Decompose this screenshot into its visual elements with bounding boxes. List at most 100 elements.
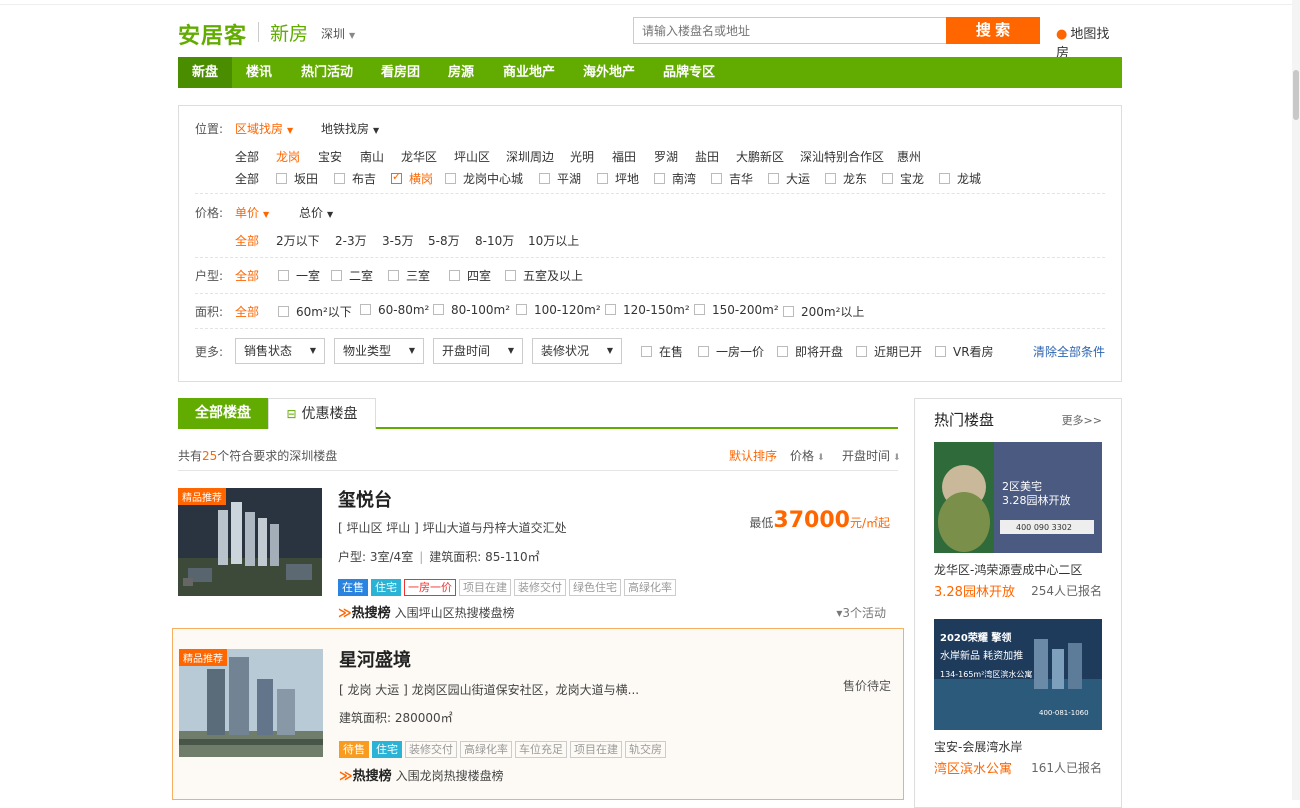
search-input[interactable] bbox=[634, 18, 947, 43]
opening-time-select[interactable]: 开盘时间 ▼ bbox=[433, 338, 523, 364]
sidebar-more-link[interactable]: 更多>> bbox=[1062, 412, 1102, 428]
district-mode-dropdown[interactable]: 区域找房 ▼ bbox=[235, 120, 293, 137]
listing-item-highlighted[interactable]: 精品推荐 星河盛境 [ 龙岗 大运 ] 龙岗区园山街道保安社区，龙岗大道与横..… bbox=[172, 628, 904, 800]
district-option[interactable]: 龙华区 bbox=[401, 148, 437, 165]
card-name[interactable]: 宝安-会展湾水岸 bbox=[934, 738, 1022, 755]
more-checkbox[interactable]: 即将开盘 bbox=[777, 343, 843, 360]
district-option[interactable]: 福田 bbox=[612, 148, 636, 165]
listing-address[interactable]: [ 龙岗 大运 ] 龙岗区园山街道保安社区，龙岗大道与横... bbox=[339, 681, 639, 698]
subarea-checkbox[interactable]: 吉华 bbox=[711, 170, 753, 187]
card-image[interactable]: 2020荣耀 擎领 水岸新品 耗资加推 134-165m²湾区滨水公寓 400-… bbox=[934, 619, 1102, 730]
district-option[interactable]: 南山 bbox=[360, 148, 384, 165]
sort-default[interactable]: 默认排序 bbox=[729, 447, 777, 464]
site-logo[interactable]: 安居客 bbox=[178, 18, 247, 50]
subway-mode-dropdown[interactable]: 地铁找房 ▼ bbox=[321, 120, 379, 137]
nav-item-overseas[interactable]: 海外地产 bbox=[569, 57, 649, 88]
area-checkbox[interactable]: 100-120m² bbox=[516, 303, 601, 317]
price-option[interactable]: 2万以下 bbox=[276, 232, 320, 249]
card-name[interactable]: 龙华区-鸿荣源壹成中心二区 bbox=[934, 561, 1082, 578]
area-checkbox[interactable]: 200m²以上 bbox=[783, 303, 864, 320]
price-option[interactable]: 全部 bbox=[235, 232, 259, 249]
more-checkbox[interactable]: VR看房 bbox=[935, 343, 994, 360]
listing-thumbnail[interactable]: 精品推荐 bbox=[179, 649, 323, 757]
district-option[interactable]: 大鹏新区 bbox=[736, 148, 784, 165]
subarea-checkbox[interactable]: 南湾 bbox=[654, 170, 696, 187]
subarea-checkbox[interactable]: 龙城 bbox=[939, 170, 981, 187]
subarea-checkbox[interactable]: 平湖 bbox=[539, 170, 581, 187]
price-option[interactable]: 5-8万 bbox=[428, 232, 460, 249]
scrollbar-thumb[interactable] bbox=[1293, 70, 1299, 120]
subarea-checkbox[interactable]: 坪地 bbox=[597, 170, 639, 187]
more-checkbox[interactable]: 在售 bbox=[641, 343, 683, 360]
area-checkbox[interactable]: 150-200m² bbox=[694, 303, 779, 317]
more-checkbox[interactable]: 近期已开 bbox=[856, 343, 922, 360]
search-button[interactable]: 搜 索 bbox=[946, 17, 1040, 44]
layout-checkbox[interactable]: 三室 bbox=[388, 267, 430, 284]
layout-checkbox[interactable]: 五室及以上 bbox=[505, 267, 583, 284]
area-checkbox[interactable]: 60m²以下 bbox=[278, 303, 352, 320]
district-option[interactable]: 罗湖 bbox=[654, 148, 678, 165]
listing-thumbnail[interactable]: 精品推荐 bbox=[178, 488, 322, 596]
nav-item-listings[interactable]: 房源 bbox=[434, 57, 488, 88]
price-option[interactable]: 8-10万 bbox=[475, 232, 514, 249]
unit-price-dropdown[interactable]: 单价 ▼ bbox=[235, 204, 269, 221]
listing-name[interactable]: 玺悦台 bbox=[338, 486, 392, 512]
sales-status-select[interactable]: 销售状态 ▼ bbox=[235, 338, 325, 364]
price-option[interactable]: 3-5万 bbox=[382, 232, 414, 249]
layout-checkbox[interactable]: 二室 bbox=[331, 267, 373, 284]
activity-toggle[interactable]: ▾3个活动 bbox=[836, 604, 886, 621]
tab-discount-listings[interactable]: ⊟ 优惠楼盘 bbox=[268, 398, 376, 429]
subarea-checkbox[interactable]: 大运 bbox=[768, 170, 810, 187]
clear-filters-link[interactable]: 清除全部条件 bbox=[1033, 343, 1105, 360]
layout-all[interactable]: 全部 bbox=[235, 267, 259, 284]
layout-checkbox[interactable]: 一室 bbox=[278, 267, 320, 284]
sort-price[interactable]: 价格 ⬇ bbox=[790, 447, 825, 464]
decoration-select[interactable]: 装修状况 ▼ bbox=[532, 338, 622, 364]
total-price-dropdown[interactable]: 总价 ▼ bbox=[299, 204, 333, 221]
card-promo[interactable]: 湾区滨水公寓 bbox=[934, 758, 1012, 777]
subarea-checkbox[interactable]: 坂田 bbox=[276, 170, 318, 187]
nav-item-tour[interactable]: 看房团 bbox=[367, 57, 434, 88]
district-option[interactable]: 惠州 bbox=[897, 148, 921, 165]
district-option[interactable]: 深圳周边 bbox=[506, 148, 554, 165]
listing-address[interactable]: [ 坪山区 坪山 ] 坪山大道与丹梓大道交汇处 bbox=[338, 519, 567, 536]
layout-checkbox[interactable]: 四室 bbox=[449, 267, 491, 284]
subarea-all[interactable]: 全部 bbox=[235, 170, 259, 187]
price-option[interactable]: 2-3万 bbox=[335, 232, 367, 249]
nav-item-news[interactable]: 楼讯 bbox=[232, 57, 286, 88]
district-option[interactable]: 光明 bbox=[570, 148, 594, 165]
tab-all-listings[interactable]: 全部楼盘 bbox=[178, 398, 268, 429]
card-image[interactable]: 2区美宅 3.28园林开放 400 090 3302 bbox=[934, 442, 1102, 553]
city-selector[interactable]: 深圳 ▼ bbox=[321, 25, 355, 42]
district-option[interactable]: 深汕特别合作区 bbox=[800, 148, 884, 165]
channel-title[interactable]: 新房 bbox=[270, 19, 308, 46]
hot-rank[interactable]: ≫热搜榜 入围龙岗热搜楼盘榜 bbox=[339, 765, 504, 784]
area-checkbox[interactable]: 60-80m² bbox=[360, 303, 429, 317]
sort-opening-time[interactable]: 开盘时间 ⬇ bbox=[842, 447, 901, 464]
district-option[interactable]: 坪山区 bbox=[454, 148, 490, 165]
more-checkbox[interactable]: 一房一价 bbox=[698, 343, 764, 360]
listing-name[interactable]: 星河盛境 bbox=[339, 646, 411, 672]
subarea-checkbox-checked[interactable]: 横岗 bbox=[391, 170, 433, 187]
property-type-select[interactable]: 物业类型 ▼ bbox=[334, 338, 424, 364]
area-checkbox[interactable]: 80-100m² bbox=[433, 303, 510, 317]
price-option[interactable]: 10万以上 bbox=[528, 232, 579, 249]
district-option[interactable]: 宝安 bbox=[318, 148, 342, 165]
subarea-checkbox[interactable]: 龙岗中心城 bbox=[445, 170, 523, 187]
subarea-checkbox[interactable]: 布吉 bbox=[334, 170, 376, 187]
page-scrollbar[interactable] bbox=[1292, 0, 1300, 800]
nav-item-commercial[interactable]: 商业地产 bbox=[489, 57, 569, 88]
area-checkbox[interactable]: 120-150m² bbox=[605, 303, 690, 317]
district-option[interactable]: 全部 bbox=[235, 148, 259, 165]
hot-rank[interactable]: ≫热搜榜 入围坪山区热搜楼盘榜 bbox=[338, 602, 515, 621]
nav-item-brand[interactable]: 品牌专区 bbox=[649, 57, 729, 88]
nav-item-events[interactable]: 热门活动 bbox=[287, 57, 367, 88]
listing-item[interactable]: 精品推荐 玺悦台 [ 坪山区 坪山 ] 坪山大道与丹梓大道交汇处 户型: 3室/… bbox=[178, 488, 898, 624]
map-search-link[interactable]: ● 地图找房 bbox=[1056, 23, 1122, 61]
area-all[interactable]: 全部 bbox=[235, 303, 259, 320]
district-option[interactable]: 龙岗 bbox=[276, 148, 300, 165]
card-promo[interactable]: 3.28园林开放 bbox=[934, 581, 1015, 600]
subarea-checkbox[interactable]: 龙东 bbox=[825, 170, 867, 187]
district-option[interactable]: 盐田 bbox=[695, 148, 719, 165]
nav-item-new[interactable]: 新盘 bbox=[178, 57, 233, 88]
